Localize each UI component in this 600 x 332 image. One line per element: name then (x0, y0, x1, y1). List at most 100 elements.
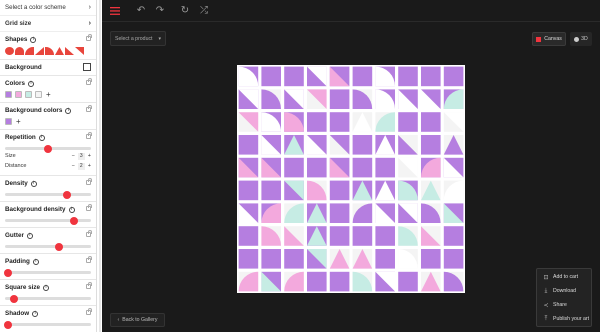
info-icon[interactable]: i (27, 80, 34, 87)
background-density-section: Background density i (0, 202, 96, 228)
slider-knob[interactable] (44, 144, 52, 153)
shape-triangle-top[interactable] (75, 47, 84, 55)
pattern-tile (375, 226, 395, 246)
padding-slider[interactable] (4, 268, 91, 277)
pattern-tile (261, 271, 281, 292)
shape-quarter-circle-right[interactable] (45, 47, 54, 55)
minus-icon[interactable]: − (72, 153, 75, 159)
add-color-icon[interactable]: + (16, 118, 21, 126)
shape-quarter-circle[interactable] (25, 47, 34, 55)
shuffle-icon[interactable]: ⤮ (196, 3, 212, 19)
gutter-slider[interactable] (5, 242, 91, 251)
lock-icon[interactable] (86, 132, 92, 139)
pattern-tile (261, 112, 281, 132)
background-density-slider[interactable] (5, 216, 91, 225)
slider-knob[interactable] (9, 294, 18, 303)
download-button[interactable]: ⤓ Download (537, 284, 591, 298)
product-select-label: Select a product (115, 35, 153, 42)
info-icon[interactable]: i (30, 180, 37, 187)
3d-button[interactable]: 3D (570, 32, 592, 46)
background-colors-section: Background colors i + (0, 103, 96, 130)
padding-title: Padding (5, 258, 30, 265)
color-swatch[interactable] (15, 91, 22, 98)
lock-icon[interactable] (86, 178, 92, 185)
color-swatch[interactable] (35, 91, 42, 98)
add-color-icon[interactable]: + (46, 91, 51, 99)
hamburger-icon[interactable] (107, 3, 123, 19)
lock-icon[interactable] (86, 282, 92, 289)
info-icon[interactable]: i (65, 107, 72, 114)
canvas-button[interactable]: Canvas (532, 32, 566, 46)
pattern-tile (398, 112, 418, 132)
pattern-tile (307, 226, 327, 246)
color-swatch[interactable] (5, 118, 12, 125)
lock-icon[interactable] (86, 78, 92, 85)
undo-icon[interactable]: ↶ (133, 3, 149, 19)
lock-icon[interactable] (86, 34, 92, 41)
info-icon[interactable]: i (26, 232, 33, 239)
info-icon[interactable]: i (32, 310, 39, 317)
info-icon[interactable]: i (30, 36, 37, 43)
pattern-tile (352, 249, 373, 269)
square-size-slider[interactable] (5, 294, 91, 303)
redo-icon[interactable]: ↷ (152, 3, 168, 19)
pattern-tile (398, 66, 418, 87)
slider-knob[interactable] (4, 320, 13, 329)
share-button[interactable]: ≺ Share (537, 298, 591, 312)
shape-triangle-left[interactable] (65, 47, 74, 55)
lock-icon[interactable] (86, 256, 92, 263)
shadow-slider[interactable] (4, 320, 91, 329)
product-select[interactable]: Select a product ▾ (110, 31, 166, 46)
color-swatch[interactable] (5, 91, 12, 98)
plus-icon[interactable]: + (88, 153, 91, 159)
chevron-right-icon: › (88, 4, 91, 11)
distance-value[interactable]: 2 (77, 162, 85, 170)
info-icon[interactable]: i (43, 284, 49, 291)
lock-icon[interactable] (86, 230, 92, 237)
minus-icon[interactable]: − (72, 163, 75, 169)
color-scheme-select[interactable]: Select a color scheme › (0, 0, 96, 16)
slider-knob[interactable] (62, 190, 71, 199)
pattern-tile (284, 157, 304, 178)
plus-icon[interactable]: + (88, 163, 91, 169)
info-icon[interactable]: i (68, 206, 75, 213)
density-slider[interactable] (5, 190, 91, 199)
pattern-tile (307, 180, 327, 201)
pattern-tile (398, 226, 418, 246)
sidebar-scrollbar[interactable] (99, 0, 101, 332)
pattern-tile (375, 112, 395, 132)
shape-peak[interactable] (55, 47, 64, 55)
add-to-cart-button[interactable]: ⊡ Add to cart (537, 270, 591, 284)
pattern-tile (375, 89, 395, 109)
pattern-tile (307, 271, 327, 292)
slider-knob[interactable] (69, 216, 78, 225)
pattern-tile (284, 249, 304, 269)
shape-triangle[interactable] (35, 47, 44, 55)
background-color-swatch[interactable] (83, 63, 91, 71)
shape-half-circle[interactable] (15, 47, 24, 55)
color-swatch[interactable] (25, 91, 32, 98)
pattern-tile (307, 89, 327, 109)
back-to-gallery-button[interactable]: ‹ Back to Gallery (110, 313, 165, 327)
square-size-title: Square size (5, 284, 40, 291)
info-icon[interactable]: i (38, 134, 45, 141)
grid-size-section[interactable]: Grid size › (0, 16, 96, 32)
shape-circle[interactable] (5, 47, 14, 55)
pattern-tile (421, 271, 441, 292)
size-stepper: Size −3 + (5, 151, 91, 161)
size-value[interactable]: 3 (77, 152, 85, 160)
pattern-tile (261, 249, 281, 269)
lock-icon[interactable] (86, 105, 92, 112)
pattern-tile (284, 226, 304, 246)
lock-icon[interactable] (86, 308, 92, 315)
refresh-icon[interactable]: ↻ (177, 3, 193, 19)
slider-knob[interactable] (4, 268, 13, 277)
slider-knob[interactable] (55, 242, 64, 251)
canvas-icon (536, 36, 542, 42)
repetition-slider[interactable] (5, 144, 91, 153)
pattern-tile (307, 157, 327, 178)
lock-icon[interactable] (86, 204, 92, 211)
pattern-tile (352, 271, 373, 292)
publish-button[interactable]: ⤒ Publish your art (537, 312, 591, 326)
info-icon[interactable]: i (32, 258, 39, 265)
